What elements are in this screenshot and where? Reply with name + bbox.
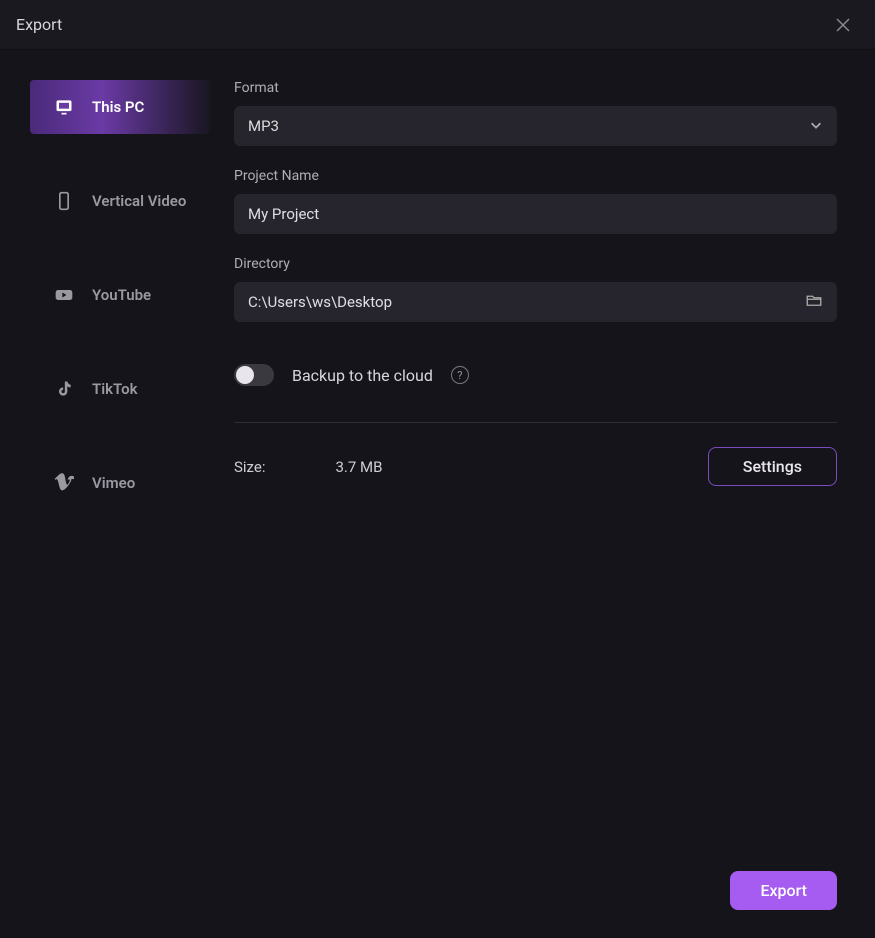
format-field: Format MP3 <box>234 80 837 146</box>
toggle-knob <box>236 366 254 384</box>
help-icon[interactable]: ? <box>451 366 469 384</box>
folder-icon[interactable] <box>805 291 823 313</box>
dialog-title: Export <box>16 15 62 34</box>
size-row: Size: 3.7 MB Settings <box>234 447 837 486</box>
sidebar-item-vimeo[interactable]: Vimeo <box>30 456 210 510</box>
sidebar-item-vertical-video[interactable]: Vertical Video <box>30 174 210 228</box>
vimeo-icon <box>54 473 74 493</box>
settings-button[interactable]: Settings <box>708 447 837 486</box>
directory-label: Directory <box>234 256 837 272</box>
format-value: MP3 <box>248 117 809 135</box>
close-icon <box>835 17 851 33</box>
sidebar-item-label: This PC <box>92 98 144 116</box>
size-label: Size: <box>234 458 265 476</box>
sidebar-item-tiktok[interactable]: TikTok <box>30 362 210 416</box>
project-name-input[interactable] <box>234 194 837 234</box>
footer: Export <box>730 871 837 910</box>
monitor-icon <box>54 97 74 117</box>
close-button[interactable] <box>831 13 855 37</box>
youtube-icon <box>54 285 74 305</box>
sidebar-item-label: YouTube <box>92 286 151 304</box>
backup-row: Backup to the cloud ? <box>234 364 837 386</box>
sidebar-item-label: TikTok <box>92 380 138 398</box>
format-label: Format <box>234 80 837 96</box>
sidebar-item-label: Vimeo <box>92 474 135 492</box>
sidebar-item-youtube[interactable]: YouTube <box>30 268 210 322</box>
project-name-field: Project Name <box>234 168 837 234</box>
titlebar: Export <box>0 0 875 50</box>
main-panel: Format MP3 Project Name Directory C:\Use… <box>210 80 875 938</box>
backup-toggle[interactable] <box>234 364 274 386</box>
divider <box>234 422 837 423</box>
phone-icon <box>54 191 74 211</box>
backup-label: Backup to the cloud <box>292 366 433 385</box>
chevron-down-icon <box>809 117 823 136</box>
sidebar: This PC Vertical Video YouTube TikTok <box>0 80 210 938</box>
sidebar-item-label: Vertical Video <box>92 192 186 210</box>
format-select[interactable]: MP3 <box>234 106 837 146</box>
tiktok-icon <box>54 379 74 399</box>
size-value: 3.7 MB <box>335 458 382 476</box>
dialog-body: This PC Vertical Video YouTube TikTok <box>0 50 875 938</box>
directory-input-wrap: C:\Users\ws\Desktop <box>234 282 837 322</box>
export-dialog: Export This PC Vertical Video <box>0 0 875 938</box>
project-name-label: Project Name <box>234 168 837 184</box>
directory-value[interactable]: C:\Users\ws\Desktop <box>248 293 805 311</box>
directory-field: Directory C:\Users\ws\Desktop <box>234 256 837 322</box>
sidebar-item-this-pc[interactable]: This PC <box>30 80 210 134</box>
size-info: Size: 3.7 MB <box>234 458 382 476</box>
export-button[interactable]: Export <box>730 871 837 910</box>
